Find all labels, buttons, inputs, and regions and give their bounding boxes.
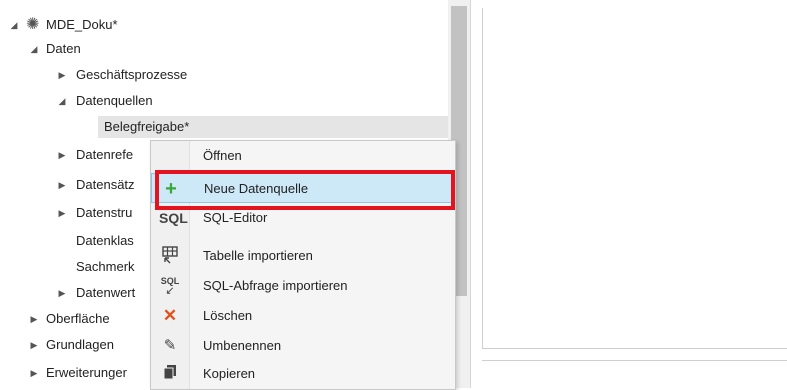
sql-icon: SQL <box>159 210 188 226</box>
import-arrow-glyph: ↙ <box>165 285 175 297</box>
collapsed-arrow-icon[interactable]: ▶ <box>56 202 68 224</box>
tree-node-daten[interactable]: ◢ Daten <box>0 38 440 60</box>
tree-node-sachmerk[interactable]: Sachmerk <box>0 256 150 278</box>
menu-item-sql-abfrage-importieren[interactable]: SQL ↙ SQL-Abfrage importieren <box>151 271 455 301</box>
table-import-icon <box>159 246 181 266</box>
tree-node-grundlagen[interactable]: ▶ Grundlagen <box>0 334 150 356</box>
tree-node-label: Daten <box>46 41 81 56</box>
tree-node-datensaetze[interactable]: ▶ Datensätz <box>0 174 150 196</box>
collapsed-arrow-icon[interactable]: ▶ <box>28 308 40 330</box>
tree-node-label: Datenstru <box>76 205 133 220</box>
gear-bulb-icon: ✺ <box>26 16 40 33</box>
collapsed-arrow-icon[interactable]: ▶ <box>56 64 68 86</box>
bottom-pane <box>482 360 787 389</box>
tree-node-label: Datenklas <box>76 233 134 248</box>
expanded-arrow-icon[interactable]: ◢ <box>28 38 40 60</box>
tree-node-erweiterungen[interactable]: ▶ Erweiterunger <box>0 362 150 384</box>
tree-node-label: Datenquellen <box>76 93 153 108</box>
menu-item-label: Tabelle importieren <box>203 248 313 263</box>
annotation-highlight-box <box>155 170 455 210</box>
delete-x-icon: ✕ <box>162 306 178 325</box>
menu-item-oeffnen[interactable]: Öffnen <box>151 141 455 171</box>
tree-node-datenklas[interactable]: Datenklas <box>0 230 150 252</box>
tree-node-label: Datenwert <box>76 285 136 300</box>
menu-item-umbenennen[interactable]: ✎ Umbenennen <box>151 331 455 361</box>
menu-item-label: Umbenennen <box>203 338 282 353</box>
collapsed-arrow-icon[interactable]: ▶ <box>28 334 40 356</box>
tree-node-label: Geschäftsprozesse <box>76 67 188 82</box>
tree-node-datenstru[interactable]: ▶ Datenstru <box>0 202 150 224</box>
tree-node-datenrefe[interactable]: ▶ Datenrefe <box>0 144 150 166</box>
tree-node-root[interactable]: ◢ ✺ MDE_Doku* <box>0 14 440 36</box>
tree-node-label: MDE_Doku* <box>46 17 118 32</box>
tree-node-label: Oberfläche <box>46 311 110 326</box>
menu-item-tabelle-importieren[interactable]: Tabelle importieren <box>151 241 455 271</box>
collapsed-arrow-icon[interactable]: ▶ <box>28 362 40 384</box>
sql-import-icon: SQL ↙ <box>159 276 181 297</box>
tree-node-datenquellen[interactable]: ◢ Datenquellen <box>0 90 440 112</box>
tree-node-label: Grundlagen <box>46 337 114 352</box>
pen-icon: ✎ <box>163 337 177 354</box>
copy-icon <box>159 364 181 384</box>
tree-node-label: Datensätz <box>76 177 135 192</box>
tree-node-label: Belegfreigabe* <box>104 119 190 134</box>
tree-node-datenwert[interactable]: ▶ Datenwert <box>0 282 150 304</box>
expanded-arrow-icon[interactable]: ◢ <box>56 90 68 112</box>
tree-node-geschaeftsprozesse[interactable]: ▶ Geschäftsprozesse <box>0 64 440 86</box>
menu-item-label: Öffnen <box>203 148 242 163</box>
menu-item-label: Kopieren <box>203 366 256 381</box>
expanded-arrow-icon[interactable]: ◢ <box>8 14 20 36</box>
menu-item-label: Löschen <box>203 308 253 323</box>
menu-item-loeschen[interactable]: ✕ Löschen <box>151 301 455 331</box>
menu-item-label: SQL-Abfrage importieren <box>203 278 348 293</box>
tree-node-label: Datenrefe <box>76 147 134 162</box>
tree-node-oberflaeche[interactable]: ▶ Oberfläche <box>0 308 150 330</box>
tree-node-label: Erweiterunger <box>46 365 127 380</box>
collapsed-arrow-icon[interactable]: ▶ <box>56 144 68 166</box>
collapsed-arrow-icon[interactable]: ▶ <box>56 174 68 196</box>
tree-node-belegfreigabe[interactable]: Belegfreigabe* <box>98 116 448 138</box>
tree-node-label: Sachmerk <box>76 259 135 274</box>
pane-splitter[interactable] <box>470 0 475 388</box>
editor-pane <box>482 8 787 349</box>
collapsed-arrow-icon[interactable]: ▶ <box>56 282 68 304</box>
menu-item-kopieren[interactable]: Kopieren <box>151 359 455 389</box>
